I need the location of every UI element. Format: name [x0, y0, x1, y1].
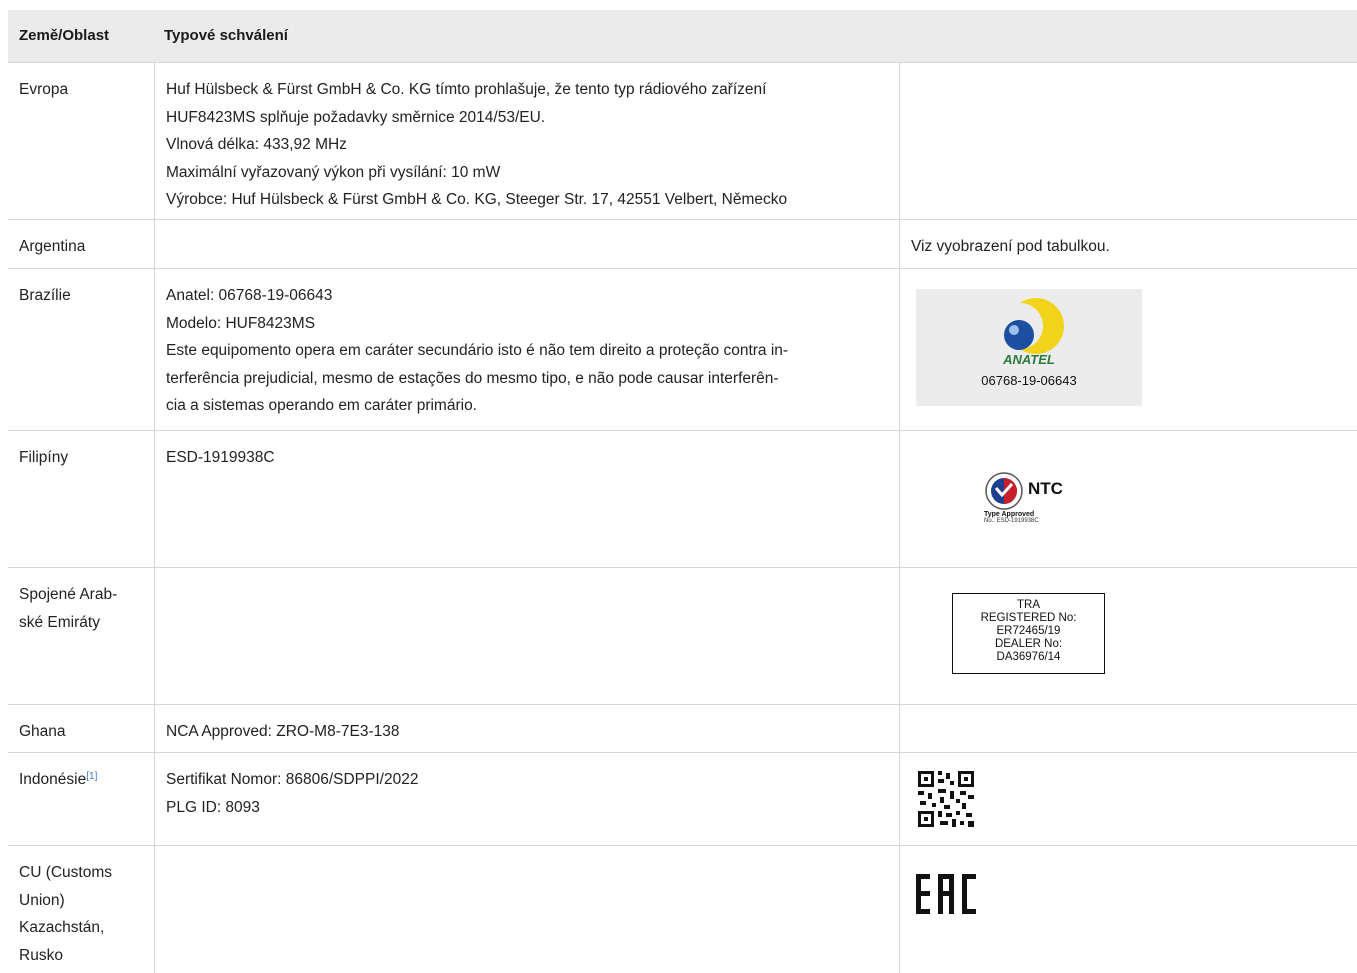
- country-cell: Spojené Arab- ské Emiráty: [19, 586, 118, 631]
- country-cell: Ghana: [19, 723, 66, 740]
- country-cell: Argentina: [19, 238, 86, 255]
- anatel-logo: ANATEL 06768-19-06643: [916, 289, 1142, 406]
- ntc-caption: Type Approved: [984, 511, 1035, 518]
- table-header: Země/Oblast Typové schválení: [8, 10, 1357, 62]
- country-cell: Indonésie[1]: [19, 771, 98, 788]
- table-row-ghana: Ghana NCA Approved: ZRO-M8-7E3-138: [8, 704, 1357, 752]
- country-cell: Evropa: [19, 81, 69, 98]
- mark-note: Viz vyobrazení pod tabulkou.: [911, 238, 1110, 255]
- ntc-wordmark: NTC: [1028, 479, 1063, 498]
- table-row-indonesie: Indonésie[1] Sertifikat Nomor: 86806/SDP…: [8, 752, 1357, 845]
- qr-code-icon: [916, 769, 976, 829]
- table-row-brazilie: Brazílie Anatel: 06768-19-06643 Modelo: …: [8, 268, 1357, 430]
- footnote-link[interactable]: [1]: [86, 771, 97, 782]
- table-row-evropa: Evropa Huf Hülsbeck & Fürst GmbH & Co. K…: [8, 62, 1357, 219]
- header-approval: Typové schválení: [164, 27, 288, 44]
- country-cell: CU (Customs Union) Kazachstán, Rusko: [19, 864, 113, 964]
- ntc-seal-icon: [985, 472, 1023, 510]
- country-cell: Brazílie: [19, 287, 71, 304]
- header-country: Země/Oblast: [19, 27, 110, 44]
- table-row-argentina: Argentina Viz vyobrazení pod tabulkou.: [8, 219, 1357, 268]
- approval-cell: ESD-1919938C: [166, 449, 275, 466]
- anatel-number: 06768-19-06643: [981, 373, 1077, 388]
- table-row-filipiny: Filipíny ESD-1919938C NTC Type Approved …: [8, 430, 1357, 567]
- ntc-number: No.: ESD-1919938C: [984, 518, 1039, 524]
- ntc-logo: NTC Type Approved No.: ESD-1919938C: [984, 471, 1084, 531]
- approval-cell: Huf Hülsbeck & Fürst GmbH & Co. KG tímto…: [166, 81, 788, 208]
- approval-cell: Anatel: 06768-19-06643 Modelo: HUF8423MS…: [166, 287, 789, 414]
- anatel-wordmark: ANATEL: [1003, 352, 1055, 367]
- country-cell: Filipíny: [19, 449, 69, 466]
- approval-cell: Sertifikat Nomor: 86806/SDPPI/2022 PLG I…: [166, 771, 419, 816]
- approval-cell: NCA Approved: ZRO-M8-7E3-138: [166, 723, 400, 740]
- eac-mark-icon: [916, 874, 976, 914]
- anatel-emblem-icon: [1004, 298, 1064, 354]
- table-row-cu: CU (Customs Union) Kazachstán, Rusko: [8, 845, 1357, 973]
- tra-label: TRA REGISTERED No: ER72465/19 DEALER No:…: [952, 593, 1105, 674]
- mark-cell: [900, 63, 1357, 219]
- table-row-uae: Spojené Arab- ské Emiráty TRA REGISTERED…: [8, 567, 1357, 704]
